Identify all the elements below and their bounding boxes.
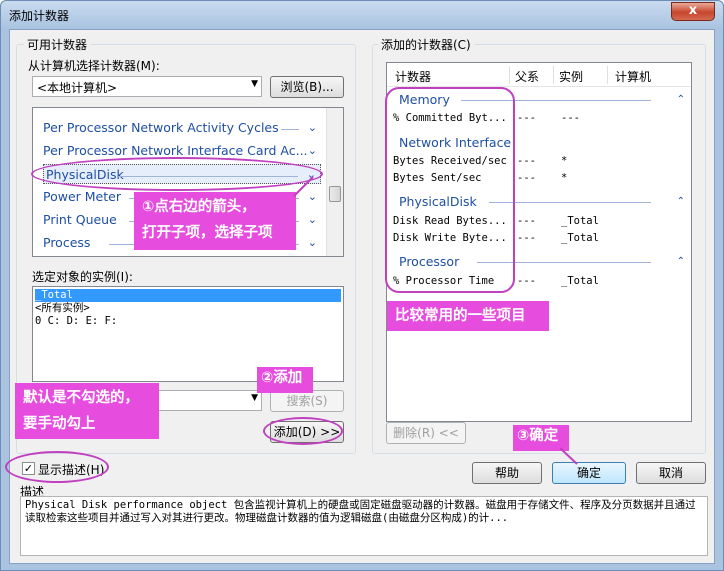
chevron-up-icon[interactable]: ⌃	[677, 91, 685, 109]
scrollbar-thumb[interactable]	[329, 186, 341, 202]
add-highlight	[263, 417, 343, 445]
counter-item[interactable]: Per Processor Network Activity Cycles ⌄	[43, 118, 321, 138]
add-counters-dialog: 添加计数器 x 可用计数器 从计算机选择计数器(M): <本地计算机> ▼ 浏览…	[0, 0, 724, 571]
available-counters-title: 可用计数器	[24, 36, 91, 53]
search-button[interactable]: 搜索(S)	[270, 390, 344, 412]
chevron-down-icon[interactable]: ⌄	[308, 141, 317, 161]
annotation-default: 默认是不勾选的， 要手动勾上	[15, 383, 159, 439]
column-header[interactable]: 计数器	[395, 68, 431, 85]
chevron-down-icon[interactable]: ⌄	[308, 210, 317, 230]
instance-item[interactable]: 0 C: D: E: F:	[35, 315, 117, 328]
physicaldisk-highlight	[31, 157, 323, 191]
help-button[interactable]: 帮助	[472, 462, 542, 484]
machine-combo[interactable]: <本地计算机> ▼	[32, 76, 262, 97]
column-header[interactable]: 计算机	[615, 68, 651, 85]
dialog-body: 可用计数器 从计算机选择计数器(M): <本地计算机> ▼ 浏览(B)... P…	[9, 29, 715, 564]
annotation-step1: ①点右边的箭头， 打开子项，选择子项	[134, 192, 296, 250]
instances-label: 选定对象的实例(I):	[32, 270, 133, 284]
chevron-down-icon[interactable]: ⌄	[308, 118, 317, 138]
delete-button[interactable]: 删除(R) <<	[386, 422, 466, 444]
description-text: Physical Disk performance object 包含监视计算机…	[25, 499, 696, 524]
instance-item-selected[interactable]: _Total	[35, 289, 341, 302]
machine-value: <本地计算机>	[37, 81, 118, 95]
instance-item[interactable]: <所有实例>	[35, 302, 90, 315]
annotation-common: 比较常用的一些项目	[387, 301, 549, 331]
chevron-down-icon[interactable]: ⌄	[308, 233, 317, 253]
machine-label: 从计算机选择计数器(M):	[28, 59, 160, 73]
close-button[interactable]: x	[671, 2, 715, 21]
browse-button[interactable]: 浏览(B)...	[270, 76, 344, 98]
chevron-down-icon: ▼	[251, 79, 258, 89]
annotation-arrow-3	[559, 447, 578, 465]
cancel-button[interactable]: 取消	[636, 462, 706, 484]
counter-list-scrollbar[interactable]	[326, 108, 343, 256]
chevron-up-icon[interactable]: ⌃	[677, 253, 685, 271]
chevron-up-icon[interactable]: ⌃	[677, 193, 685, 211]
title-bar: 添加计数器 x	[1, 1, 723, 29]
column-header[interactable]: 父系	[515, 68, 539, 85]
annotation-step2: ②添加	[257, 367, 313, 393]
window-title: 添加计数器	[9, 9, 70, 23]
added-counters-header: 计数器 父系 实例 计算机	[387, 63, 691, 87]
checkbox-highlight	[5, 451, 109, 483]
categories-highlight	[385, 87, 515, 293]
description-box: Physical Disk performance object 包含监视计算机…	[20, 496, 708, 556]
added-counters-title: 添加的计数器(C)	[378, 36, 474, 53]
annotation-arrow-1	[293, 176, 314, 197]
chevron-down-icon: ▼	[251, 393, 258, 403]
column-header[interactable]: 实例	[559, 68, 583, 85]
